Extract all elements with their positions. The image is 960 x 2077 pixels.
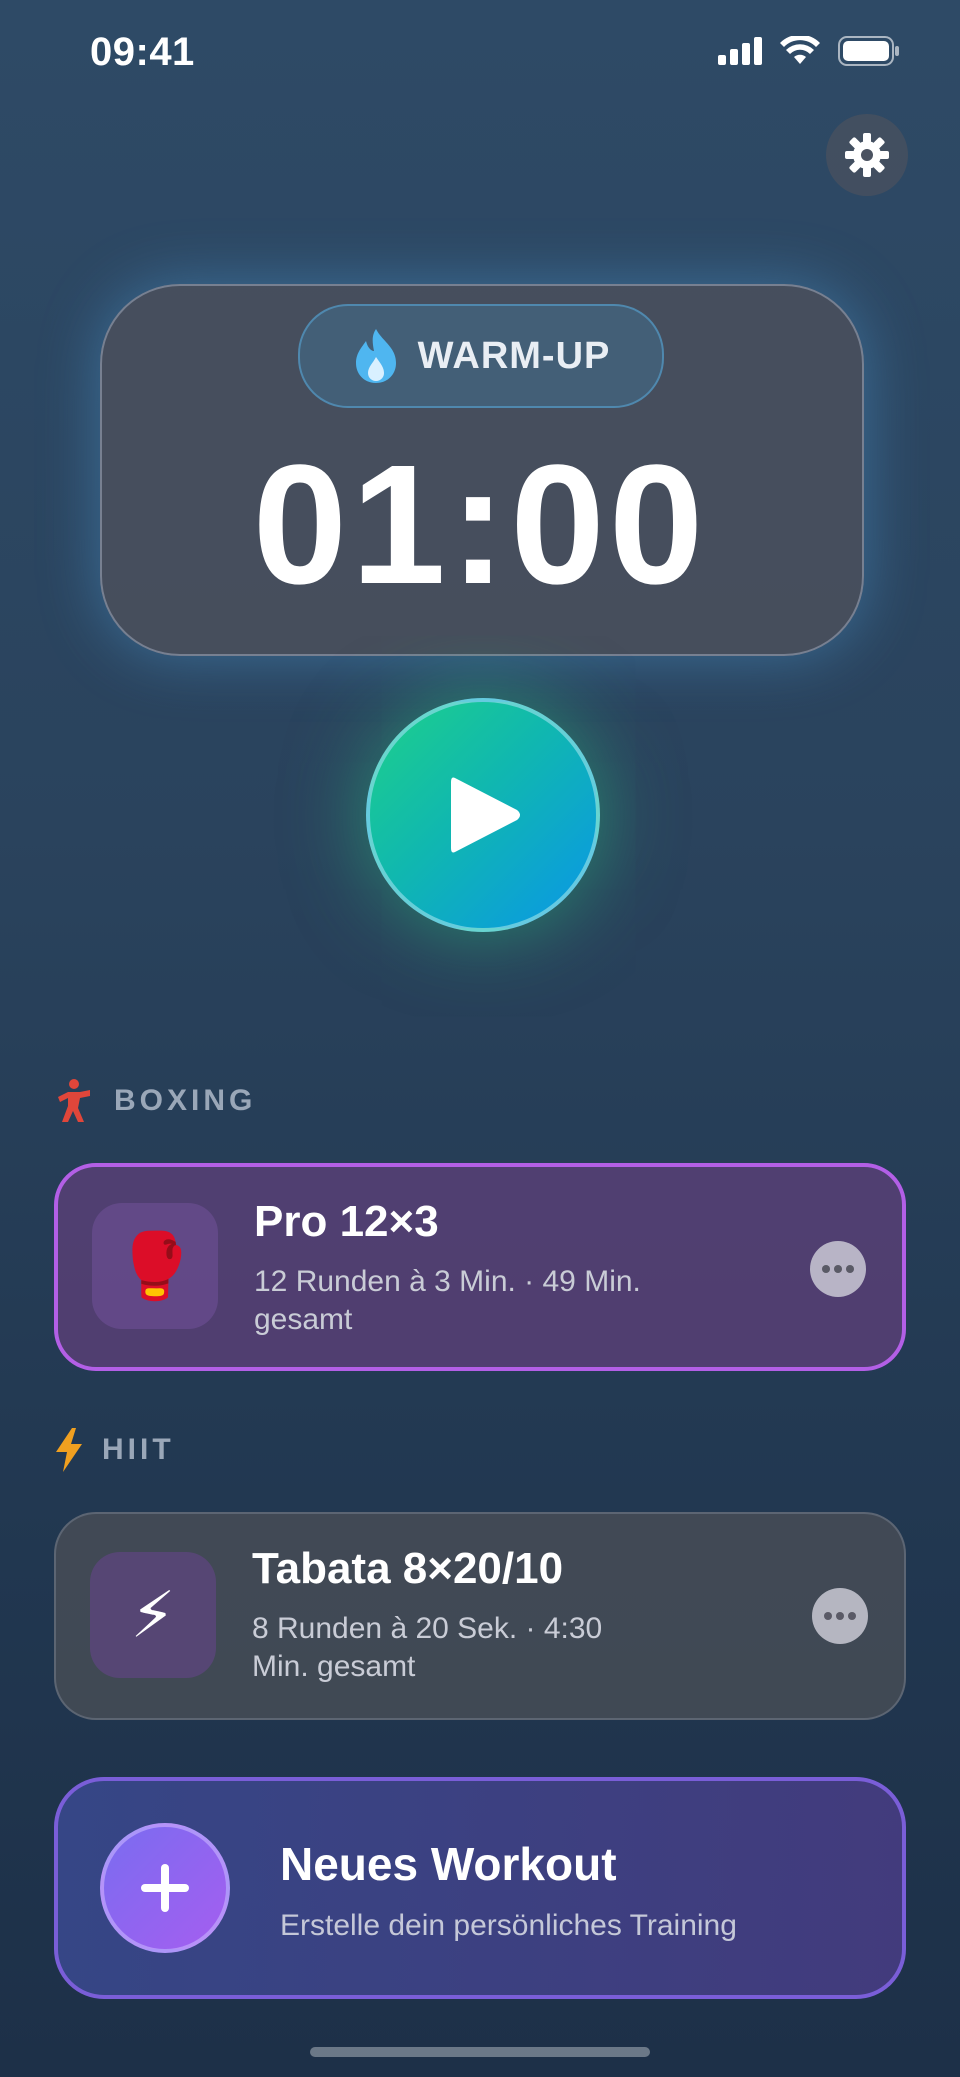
phase-badge: WARM-UP	[298, 304, 664, 408]
section-header-boxing: BOXING	[54, 1078, 256, 1124]
timer-display: 01:00	[252, 430, 708, 620]
plus-button	[100, 1823, 230, 1953]
settings-button[interactable]	[826, 114, 908, 196]
wifi-icon	[780, 36, 820, 64]
lightning-icon: ⚡	[90, 1552, 216, 1678]
new-workout-button[interactable]: Neues Workout Erstelle dein persönliches…	[54, 1777, 906, 1999]
workout-title: Pro 12×3	[254, 1197, 439, 1246]
new-workout-subtitle: Erstelle dein persönliches Training	[280, 1909, 737, 1942]
ellipsis-icon	[824, 1612, 832, 1620]
workout-card-pro[interactable]: 🥊 Pro 12×3 12 Runden à 3 Min. · 49 Min. …	[54, 1163, 906, 1371]
lightning-icon	[56, 1428, 82, 1472]
boxing-glove-icon: 🥊	[92, 1203, 218, 1329]
status-time: 09:41	[90, 30, 195, 74]
flame-icon	[355, 329, 396, 383]
ellipsis-dot	[836, 1612, 844, 1620]
section-title: BOXING	[114, 1084, 257, 1117]
status-icons	[718, 36, 900, 66]
more-button[interactable]	[812, 1588, 868, 1644]
plus-icon	[141, 1864, 189, 1912]
section-title: HIIT	[102, 1433, 175, 1466]
play-icon	[451, 777, 520, 853]
ellipsis-dot	[834, 1265, 842, 1273]
new-workout-title: Neues Workout	[280, 1838, 617, 1890]
play-button[interactable]	[366, 698, 600, 932]
workout-card-tabata[interactable]: ⚡ Tabata 8×20/10 8 Runden à 20 Sek. · 4:…	[54, 1512, 906, 1720]
section-header-hiit: HIIT	[54, 1428, 175, 1472]
battery-icon	[838, 36, 899, 66]
workout-subtitle: 8 Runden à 20 Sek. · 4:30 Min. gesamt	[252, 1612, 603, 1683]
ellipsis-dot	[846, 1265, 854, 1273]
ellipsis-icon	[822, 1265, 830, 1273]
gear-icon	[845, 133, 889, 177]
workout-title: Tabata 8×20/10	[252, 1544, 564, 1593]
signal-icon	[718, 37, 762, 65]
ellipsis-dot	[848, 1612, 856, 1620]
phase-label: WARM-UP	[417, 334, 611, 377]
workout-subtitle: 12 Runden à 3 Min. · 49 Min. gesamt	[254, 1265, 641, 1336]
more-button[interactable]	[810, 1241, 866, 1297]
boxer-icon	[58, 1079, 90, 1122]
home-indicator	[310, 2047, 650, 2057]
